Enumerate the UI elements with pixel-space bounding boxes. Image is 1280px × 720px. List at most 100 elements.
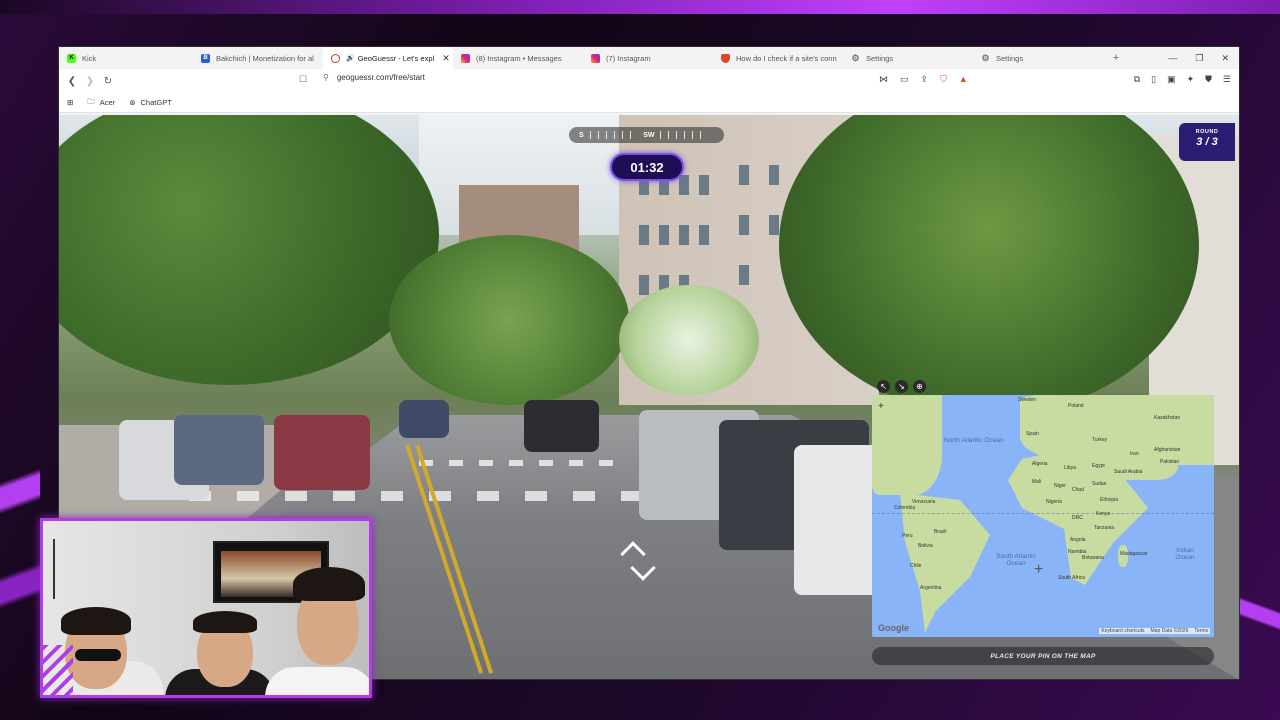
tab-geoguessr[interactable]: 🔊 GeoGuessr - Let's expl ✕ bbox=[323, 47, 453, 69]
tab-label: Settings bbox=[996, 53, 1024, 63]
round-value: 3 / 3 bbox=[1196, 136, 1218, 148]
tree-left bbox=[59, 115, 439, 385]
close-window-icon[interactable]: ✕ bbox=[1221, 53, 1229, 64]
reader-mode-icon[interactable]: ⋈ bbox=[879, 74, 888, 85]
country-label: Tanzania bbox=[1094, 525, 1115, 531]
round-timer: 01:32 bbox=[610, 153, 684, 181]
vpn-icon[interactable]: ⛊ bbox=[1205, 74, 1212, 85]
reload-icon[interactable]: ↻ bbox=[99, 76, 117, 87]
bakchich-icon: B bbox=[201, 53, 210, 63]
chatgpt-icon: ⊛ bbox=[129, 98, 136, 107]
country-label: Venezuela bbox=[912, 499, 936, 505]
moving-car bbox=[274, 415, 370, 490]
google-logo: Google bbox=[878, 623, 909, 633]
country-label: Nigeria bbox=[1046, 499, 1062, 505]
brave-shields-icon[interactable]: ⛉ bbox=[940, 74, 947, 85]
country-label: Poland bbox=[1068, 403, 1084, 409]
wallet-icon[interactable]: ▣ bbox=[1167, 74, 1176, 85]
tab-bar: K Kick B Bakchich | Monetization for al … bbox=[59, 47, 1239, 69]
country-label: Algeria bbox=[1032, 461, 1048, 467]
country-label: Kazakhstan bbox=[1154, 415, 1181, 421]
apps-grid-icon[interactable]: ⊞ bbox=[67, 98, 73, 107]
tab-brave-search[interactable]: How do I check if a site's conn bbox=[713, 47, 843, 69]
round-label: ROUND bbox=[1195, 129, 1219, 135]
bookmarks-bar: ⊞ 🗀 Acer ⊛ ChatGPT bbox=[59, 93, 1239, 113]
country-label: Mali bbox=[1032, 479, 1042, 485]
compass-direction-sw: SW bbox=[643, 131, 655, 139]
overlay-stripes bbox=[43, 645, 73, 695]
back-icon[interactable]: ❮ bbox=[63, 76, 81, 87]
minimize-icon[interactable]: — bbox=[1168, 53, 1177, 63]
country-label: Sweden bbox=[1018, 397, 1037, 403]
country-label: Chad bbox=[1072, 487, 1084, 493]
tab-settings-1[interactable]: ⚙ Settings bbox=[843, 47, 973, 69]
tab-label: Bakchich | Monetization for al bbox=[216, 53, 314, 63]
compass-ticks bbox=[660, 131, 709, 139]
map-attribution: Keyboard shortcuts Map Data ©2026 Terms bbox=[1099, 628, 1210, 634]
tab-label: Settings bbox=[866, 53, 894, 63]
country-label: Ethiopia bbox=[1100, 497, 1119, 503]
share-icon[interactable]: ⇪ bbox=[921, 74, 929, 85]
person-torso bbox=[265, 667, 369, 695]
ocean-label: North Atlantic Ocean bbox=[944, 437, 1004, 444]
crosswalk bbox=[189, 491, 709, 501]
gear-icon: ⚙ bbox=[981, 52, 990, 63]
country-label: Chile bbox=[910, 563, 922, 569]
tab-kick[interactable]: K Kick bbox=[59, 47, 193, 69]
close-icon[interactable]: ✕ bbox=[442, 53, 450, 64]
tree-center bbox=[389, 235, 629, 405]
country-label: Niger bbox=[1054, 483, 1066, 489]
toolbar-actions: ⧉ ▯ ▣ ✦ ⛊ ☰ bbox=[1134, 74, 1231, 85]
bookmark-chatgpt[interactable]: ⊛ ChatGPT bbox=[129, 98, 172, 107]
country-label: Bolivia bbox=[918, 543, 933, 549]
country-label: Sudan bbox=[1092, 481, 1107, 487]
equator-line bbox=[872, 513, 1214, 514]
maximize-icon[interactable]: ❐ bbox=[1195, 53, 1203, 64]
guess-button[interactable]: PLACE YOUR PIN ON THE MAP bbox=[872, 647, 1214, 665]
expand-map-icon[interactable]: ↘ bbox=[895, 380, 908, 393]
keyboard-shortcuts-link[interactable]: Keyboard shortcuts bbox=[1101, 628, 1144, 634]
bookmark-icon[interactable]: ☐ bbox=[299, 74, 307, 85]
country-label: Turkey bbox=[1092, 437, 1108, 443]
instagram-icon bbox=[591, 53, 600, 63]
speaker-icon[interactable]: 🔊 bbox=[346, 54, 355, 62]
country-label: Egypt bbox=[1092, 463, 1105, 469]
country-label: Brazil bbox=[934, 529, 947, 535]
person-hair bbox=[193, 611, 257, 633]
ocean-label: Indian Ocean bbox=[1175, 547, 1195, 561]
moving-car bbox=[399, 400, 449, 438]
extensions-icon[interactable]: ⧉ bbox=[1134, 74, 1140, 85]
country-label: Spain bbox=[1026, 431, 1039, 437]
site-info-icon[interactable]: ⚲ bbox=[323, 73, 329, 82]
sunglasses-icon bbox=[75, 649, 121, 661]
gear-icon: ⚙ bbox=[851, 52, 860, 63]
brave-rewards-icon[interactable]: ▲ bbox=[959, 74, 968, 85]
forward-icon[interactable]: ❯ bbox=[81, 76, 99, 87]
new-tab-button[interactable]: + bbox=[1105, 52, 1127, 64]
map-data-label: Map Data ©2026 bbox=[1150, 628, 1189, 634]
leo-icon[interactable]: ✦ bbox=[1187, 74, 1195, 85]
flowering-tree bbox=[619, 285, 759, 395]
tab-label: Kick bbox=[82, 53, 97, 63]
pin-map-icon[interactable]: ⊕ bbox=[913, 380, 926, 393]
bookmark-acer[interactable]: 🗀 Acer bbox=[87, 96, 115, 109]
url-field[interactable]: ⚲ geoguessr.com/free/start bbox=[323, 73, 425, 82]
menu-icon[interactable]: ☰ bbox=[1223, 74, 1231, 85]
instagram-icon bbox=[461, 53, 470, 63]
address-bar: ❮ ❯ ↻ ☐ ⚲ geoguessr.com/free/start ⋈ ▭ ⇪… bbox=[59, 69, 1239, 93]
tab-instagram[interactable]: (7) Instagram bbox=[583, 47, 713, 69]
cast-icon[interactable]: ▭ bbox=[900, 74, 909, 85]
crosshair-icon: + bbox=[1034, 561, 1044, 578]
address-actions: ⋈ ▭ ⇪ ⛉ ▲ bbox=[879, 74, 968, 85]
sidebar-icon[interactable]: ▯ bbox=[1151, 74, 1156, 85]
country-label: Kenya bbox=[1096, 511, 1111, 517]
country-label: Saudi Arabia bbox=[1114, 469, 1143, 475]
shrink-map-icon[interactable]: ↖ bbox=[877, 380, 890, 393]
country-label: Botswana bbox=[1082, 555, 1104, 561]
zoom-in-icon[interactable]: + bbox=[878, 401, 884, 412]
terms-link[interactable]: Terms bbox=[1194, 628, 1208, 634]
guess-map[interactable]: North Atlantic Ocean South Atlantic Ocea… bbox=[872, 395, 1214, 637]
tab-bakchich[interactable]: B Bakchich | Monetization for al bbox=[193, 47, 323, 69]
tab-settings-2[interactable]: ⚙ Settings bbox=[973, 47, 1095, 69]
tab-instagram-messages[interactable]: (8) Instagram • Messages bbox=[453, 47, 583, 69]
